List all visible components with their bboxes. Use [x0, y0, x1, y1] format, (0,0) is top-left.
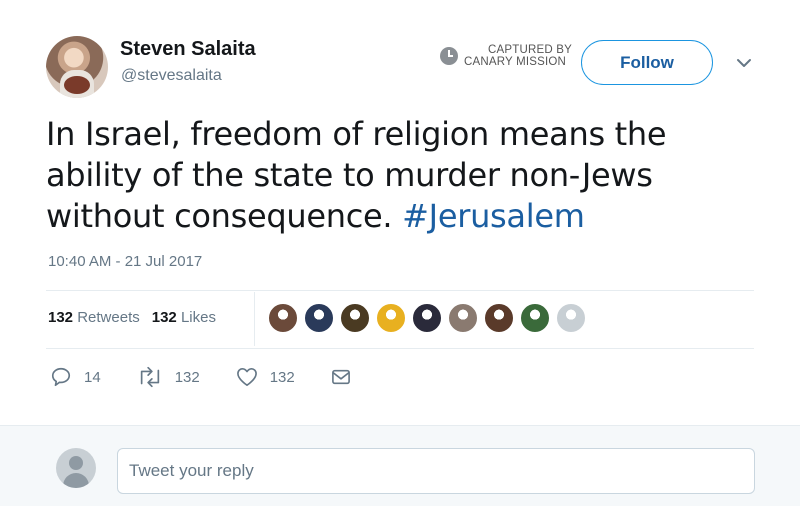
liker-avatar[interactable]: [340, 303, 370, 333]
retweet-count: 132: [174, 368, 200, 386]
clock-icon: [440, 47, 458, 65]
liker-avatar[interactable]: [412, 303, 442, 333]
tweet-actions: 14 132 132: [50, 366, 399, 388]
reply-count: 14: [84, 368, 101, 386]
likes-label: Likes: [180, 309, 216, 326]
retweets-label: Retweets: [77, 309, 140, 326]
reply-user-avatar: [56, 448, 96, 488]
divider-top: [46, 290, 754, 291]
tweet-text: In Israel, freedom of religion means the…: [46, 114, 766, 237]
liker-avatar[interactable]: [376, 303, 406, 333]
stats-separator: [254, 292, 255, 346]
liker-avatar[interactable]: [268, 303, 298, 333]
likes-stat[interactable]: 132 Likes: [152, 309, 216, 326]
liker-avatar[interactable]: [448, 303, 478, 333]
liker-avatars: [268, 303, 592, 333]
retweet-action[interactable]: 132: [137, 366, 200, 388]
liker-avatar[interactable]: [556, 303, 586, 333]
retweets-count: 132: [48, 309, 74, 326]
dm-action[interactable]: [331, 368, 363, 386]
liker-avatar[interactable]: [520, 303, 550, 333]
liker-avatar[interactable]: [484, 303, 514, 333]
envelope-icon: [331, 369, 350, 385]
author-avatar[interactable]: [46, 36, 108, 98]
captured-watermark: CAPTURED BY CANARY MISSION: [440, 44, 572, 68]
author-handle[interactable]: @stevesalaita: [121, 67, 222, 85]
tweet-stats: 132 Retweets 132 Likes: [48, 309, 216, 326]
like-count: 132: [269, 368, 295, 386]
hashtag-link[interactable]: #Jerusalem: [402, 197, 585, 235]
reply-action[interactable]: 14: [50, 366, 101, 388]
follow-button[interactable]: Follow: [581, 40, 713, 85]
divider-bottom: [46, 348, 754, 349]
tweet-timestamp[interactable]: 10:40 AM - 21 Jul 2017: [48, 253, 202, 270]
chevron-down-icon[interactable]: [735, 56, 753, 70]
watermark-line1: CAPTURED BY: [488, 44, 572, 56]
author-name[interactable]: Steven Salaita: [120, 38, 256, 61]
retweet-icon: [140, 366, 159, 388]
likes-count: 132: [151, 309, 177, 326]
liker-avatar[interactable]: [304, 303, 334, 333]
retweets-stat[interactable]: 132 Retweets: [48, 309, 140, 326]
like-action[interactable]: 132: [236, 367, 295, 387]
heart-icon: [236, 368, 257, 386]
watermark-line2: CANARY MISSION: [464, 56, 567, 68]
reply-input[interactable]: [117, 448, 755, 494]
avatar-drum: [64, 76, 90, 94]
reply-icon: [51, 367, 71, 387]
